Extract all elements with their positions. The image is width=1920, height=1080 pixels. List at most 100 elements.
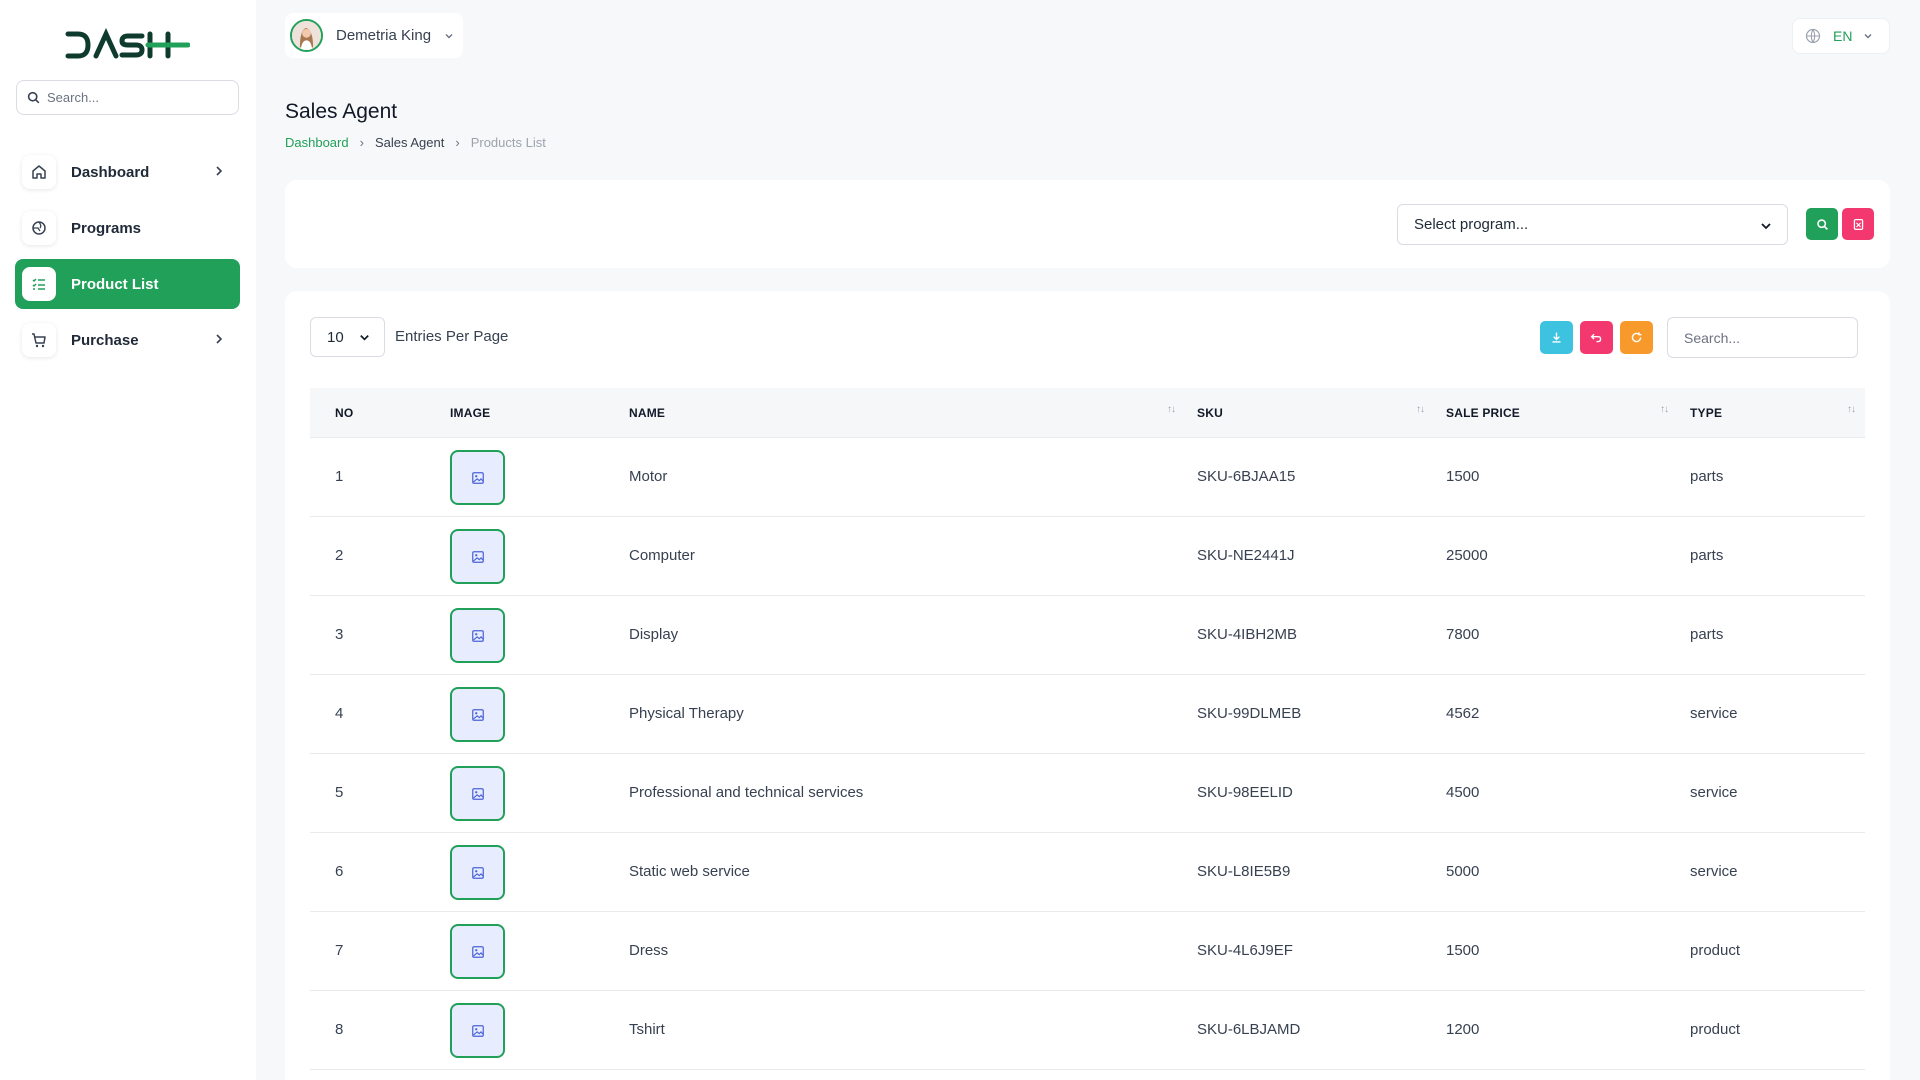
entries-per-page-label: Entries Per Page [395,328,509,345]
cell-sku: SKU-6BJAA15 [1197,468,1296,485]
product-image[interactable] [450,1003,505,1058]
cell-name: Physical Therapy [629,705,744,722]
filter-search-button[interactable] [1806,208,1838,240]
column-header-no: NO [335,406,354,420]
column-header-sku[interactable]: SKU [1197,406,1223,420]
sidebar-search[interactable] [16,80,239,115]
product-image[interactable] [450,687,505,742]
dash-logo [65,28,190,59]
cell-name: Tshirt [629,1021,665,1038]
table-row: 1 Motor SKU-6BJAA15 1500 parts [310,438,1865,517]
cart-icon [32,333,46,348]
table-row: 3 Display SKU-4IBH2MB 7800 parts [310,596,1865,675]
sidebar-search-input[interactable] [47,90,227,105]
cell-sale-price: 25000 [1446,547,1488,564]
sidebar-item-label: Purchase [71,331,139,349]
cell-name: Static web service [629,863,750,880]
undo-icon [1590,333,1602,343]
product-image[interactable] [450,845,505,900]
refresh-button[interactable] [1620,321,1653,354]
cell-sale-price: 1200 [1446,1021,1480,1038]
product-image[interactable] [450,608,505,663]
column-header-sale-price[interactable]: SALE PRICE [1446,406,1520,420]
avatar [290,19,323,52]
user-menu[interactable]: Demetria King [285,13,463,58]
breadcrumb-dashboard[interactable]: Dashboard [285,135,349,150]
chevron-right-icon: › [359,135,364,150]
sort-icon[interactable]: ↑↓ [1660,404,1669,415]
product-image[interactable] [450,924,505,979]
user-name: Demetria King [336,27,432,44]
cell-sku: SKU-6LBJAMD [1197,1021,1301,1038]
entries-per-page-select[interactable]: 10 [310,317,385,357]
table-row: 7 Dress SKU-4L6J9EF 1500 product [310,912,1865,991]
chevron-down-icon [1761,223,1771,230]
cell-sale-price: 1500 [1446,942,1480,959]
page-title: Sales Agent [285,100,398,123]
cell-sku: SKU-NE2441J [1197,547,1295,564]
cell-sku: SKU-99DLMEB [1197,705,1302,722]
sort-icon[interactable]: ↑↓ [1847,404,1856,415]
undo-button[interactable] [1580,321,1613,354]
cell-name: Display [629,626,679,643]
sort-icon[interactable]: ↑↓ [1167,404,1176,415]
cell-type: parts [1690,468,1724,485]
program-select[interactable]: Select program... [1397,204,1788,245]
chevron-down-icon [1864,34,1872,39]
table-header: NO IMAGE NAME ↑↓ SKU ↑↓ SALE PRICE ↑↓ TY… [310,388,1865,438]
cell-sale-price: 4500 [1446,784,1480,801]
filter-card: Select program... [285,180,1890,268]
image-placeholder-icon [471,866,484,879]
chevron-right-icon: › [455,135,460,150]
cell-type: parts [1690,626,1724,643]
breadcrumb-sales-agent[interactable]: Sales Agent [375,135,444,150]
user-avatar-image [292,21,321,50]
program-select-value: Select program... [1414,216,1529,233]
breadcrumb: Dashboard › Sales Agent › Products List [285,135,546,150]
search-icon [27,91,40,104]
cell-sale-price: 1500 [1446,468,1480,485]
column-header-image: IMAGE [450,406,491,420]
table-search-input[interactable] [1667,317,1858,358]
product-image[interactable] [450,450,505,505]
product-image[interactable] [450,766,505,821]
cell-no: 2 [335,547,344,564]
product-image[interactable] [450,529,505,584]
download-button[interactable] [1540,321,1573,354]
sidebar-item-product-list[interactable]: Product List [15,259,240,309]
sidebar-item-purchase[interactable]: Purchase [15,315,240,365]
chevron-right-icon [216,166,223,176]
cell-sale-price: 7800 [1446,626,1480,643]
column-header-type[interactable]: TYPE [1690,406,1722,420]
column-header-name[interactable]: NAME [629,406,665,420]
clear-filter-icon [1853,218,1863,230]
home-icon [32,165,46,179]
table-row: 2 Computer SKU-NE2441J 25000 parts [310,517,1865,596]
table-row: 5 Professional and technical services SKU-… [310,754,1865,833]
breadcrumb-current: Products List [470,135,546,150]
refresh-icon [1631,332,1642,343]
globe-icon [32,221,46,235]
image-placeholder-icon [471,708,484,721]
cell-name: Computer [629,547,695,564]
chevron-down-icon [360,335,369,341]
cell-sku: SKU-4IBH2MB [1197,626,1298,643]
chevron-right-icon [216,334,223,344]
language-selector[interactable]: EN [1792,18,1890,54]
sort-icon[interactable]: ↑↓ [1416,404,1425,415]
sidebar-item-dashboard[interactable]: Dashboard [15,147,240,197]
products-table-card: 10 Entries Per Page NO IMAGE NAME ↑↓ SKU… [285,291,1890,1080]
image-placeholder-icon [471,1024,484,1037]
cell-sku: SKU-98EELID [1197,784,1293,801]
sidebar-item-programs[interactable]: Programs [15,203,240,253]
cell-name: Professional and technical services [629,784,864,801]
cell-no: 8 [335,1021,344,1038]
filter-clear-button[interactable] [1842,208,1874,240]
list-icon [32,278,45,290]
cell-type: service [1690,705,1738,722]
sidebar: Dashboard Programs Product List Purchase [0,0,256,1080]
search-icon [1816,218,1828,230]
cell-sku: SKU-4L6J9EF [1197,942,1293,959]
cell-no: 6 [335,863,344,880]
cell-name: Motor [629,468,668,485]
